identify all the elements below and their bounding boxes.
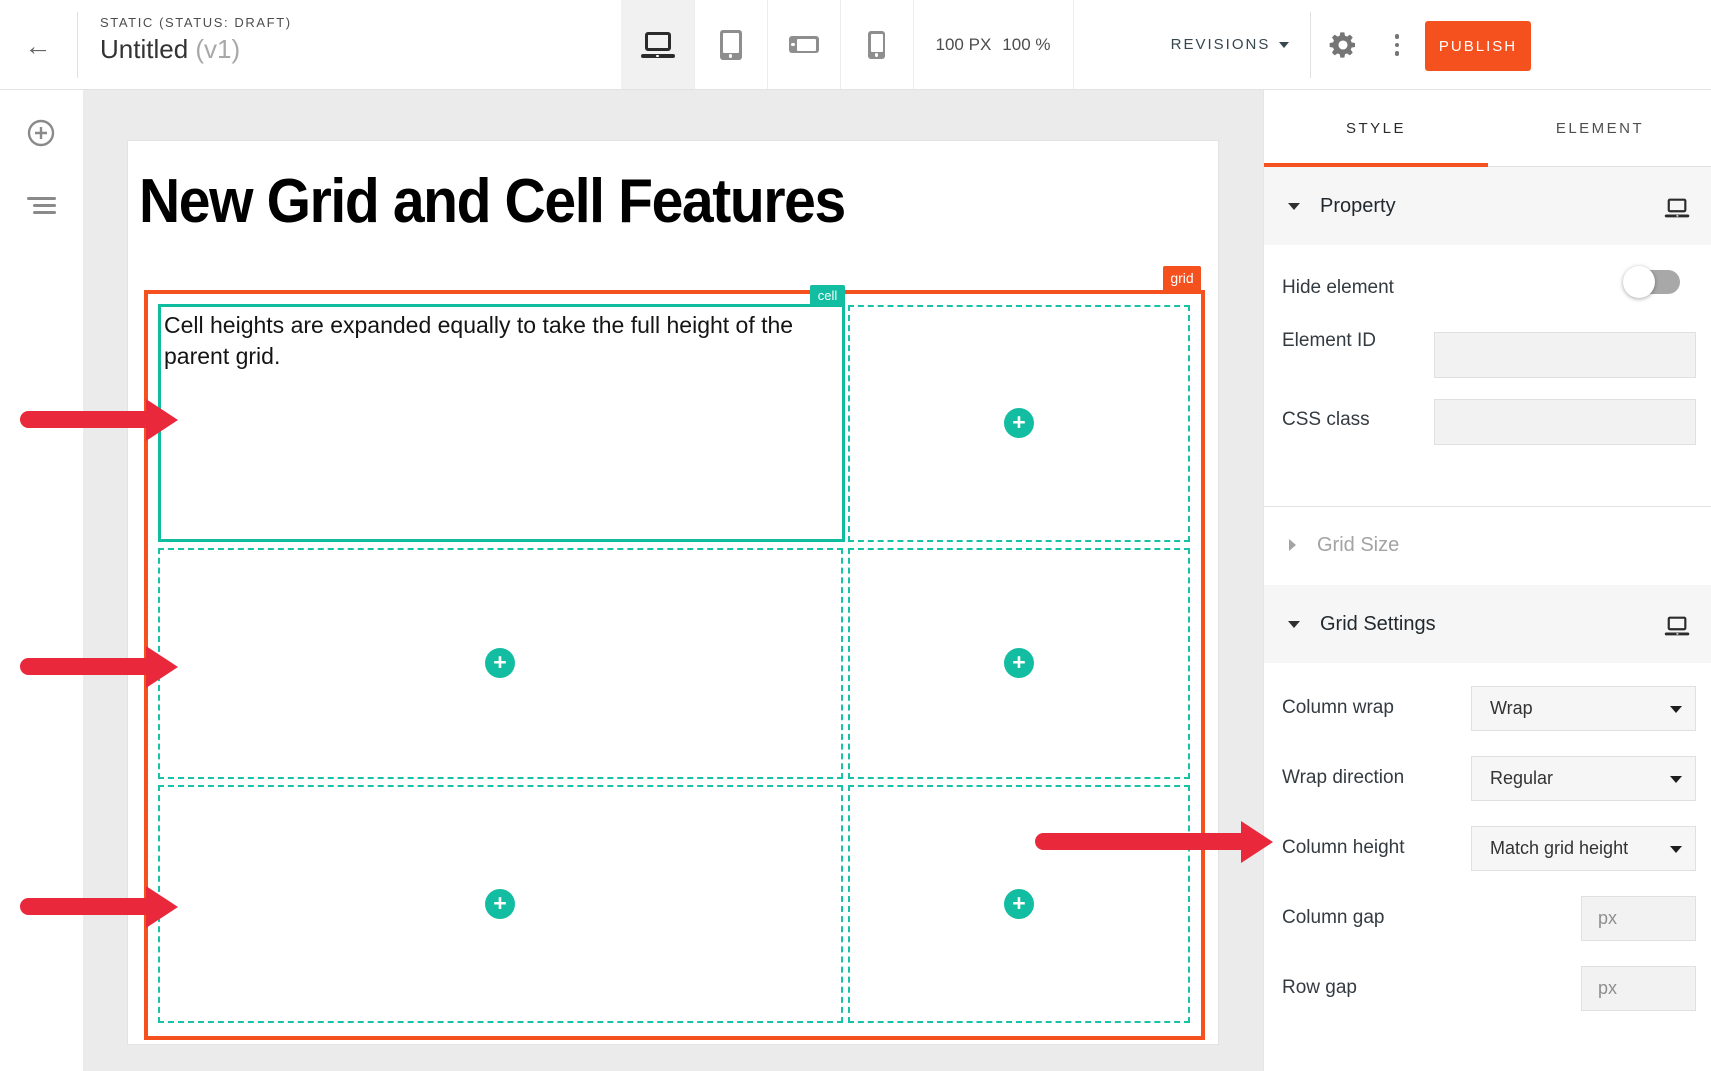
- page-title: New Grid and Cell Features: [139, 166, 845, 237]
- laptop-icon: [640, 32, 676, 58]
- device-tab-tablet[interactable]: [694, 0, 767, 89]
- plus-icon: +: [493, 892, 506, 915]
- chevron-down-icon: [1670, 776, 1682, 783]
- row-gap-input[interactable]: [1581, 966, 1696, 1011]
- section-header-grid-size[interactable]: Grid Size: [1264, 515, 1711, 575]
- publish-button[interactable]: PUBLISH: [1425, 21, 1531, 71]
- plus-icon: +: [1012, 411, 1025, 434]
- divider: [1073, 0, 1074, 89]
- document-title: Untitled (v1): [100, 34, 292, 65]
- device-tab-mobile-portrait[interactable]: [840, 0, 913, 89]
- device-tab-mobile-landscape[interactable]: [767, 0, 840, 89]
- css-class-label: CSS class: [1282, 409, 1370, 431]
- column-gap-label: Column gap: [1282, 907, 1384, 929]
- section-header-grid-settings[interactable]: Grid Settings: [1264, 585, 1711, 663]
- divider: [1264, 506, 1711, 507]
- more-menu-button[interactable]: [1389, 28, 1405, 62]
- wrap-direction-label: Wrap direction: [1282, 767, 1404, 789]
- column-wrap-label: Column wrap: [1282, 697, 1394, 719]
- page-canvas: New Grid and Cell Features grid cell Cel…: [128, 141, 1218, 1044]
- document-status-label: STATIC (STATUS: DRAFT): [100, 15, 292, 30]
- chevron-down-icon: [1670, 706, 1682, 713]
- cell-badge[interactable]: cell: [810, 285, 845, 305]
- add-cell-content-button[interactable]: +: [1004, 889, 1034, 919]
- cell-text: Cell heights are expanded equally to tak…: [161, 307, 842, 372]
- selected-cell[interactable]: Cell heights are expanded equally to tak…: [158, 304, 845, 542]
- add-element-button[interactable]: [27, 119, 55, 147]
- column-wrap-select[interactable]: Wrap: [1471, 686, 1696, 731]
- divider: [1310, 12, 1311, 78]
- chevron-down-icon: [1279, 42, 1289, 48]
- responsive-laptop-icon[interactable]: [1664, 617, 1690, 636]
- inspector-tabbar: STYLE ELEMENT: [1264, 89, 1711, 167]
- device-tab-desktop[interactable]: [621, 0, 694, 89]
- chevron-right-icon: [1289, 539, 1296, 551]
- chevron-down-icon: [1288, 203, 1300, 210]
- row-gap-label: Row gap: [1282, 977, 1357, 999]
- zoom-indicator: 100 PX 100 %: [913, 0, 1073, 89]
- gear-icon: [1327, 29, 1359, 61]
- revisions-menu[interactable]: REVISIONS: [1150, 0, 1310, 89]
- chevron-down-icon: [1288, 621, 1300, 628]
- grid-badge[interactable]: grid: [1163, 266, 1201, 290]
- add-cell-content-button[interactable]: +: [1004, 648, 1034, 678]
- tab-style[interactable]: STYLE: [1264, 89, 1488, 167]
- inspector-panel: STYLE ELEMENT Property Hide element Elem…: [1263, 89, 1711, 1071]
- column-height-label: Column height: [1282, 837, 1405, 859]
- viewport-width-value: 100 PX: [936, 35, 992, 55]
- hide-element-toggle[interactable]: [1623, 267, 1683, 299]
- column-gap-input[interactable]: [1581, 896, 1696, 941]
- column-height-select[interactable]: Match grid height: [1471, 826, 1696, 871]
- page-builder-window: ← STATIC (STATUS: DRAFT) Untitled (v1) 1…: [0, 0, 1711, 1071]
- plus-icon: +: [1012, 892, 1025, 915]
- section-header-property[interactable]: Property: [1264, 167, 1711, 245]
- mobile-portrait-icon: [868, 31, 885, 59]
- kebab-icon: [1395, 34, 1400, 39]
- outline-icon: [27, 197, 56, 200]
- outline-tree-button[interactable]: [27, 197, 56, 215]
- settings-gear-button[interactable]: [1327, 29, 1359, 61]
- mobile-landscape-icon: [789, 36, 819, 53]
- plus-icon: +: [493, 651, 506, 674]
- element-id-label: Element ID: [1282, 330, 1376, 352]
- plus-icon: +: [1012, 651, 1025, 674]
- zoom-percent-value: 100 %: [1002, 35, 1050, 55]
- document-version: (v1): [195, 34, 240, 64]
- grid-element[interactable]: grid cell Cell heights are expanded equa…: [144, 290, 1205, 1040]
- add-cell-content-button[interactable]: +: [1004, 408, 1034, 438]
- responsive-laptop-icon[interactable]: [1664, 199, 1690, 218]
- tablet-icon: [720, 30, 742, 60]
- plus-circle-icon: [27, 119, 55, 147]
- back-button[interactable]: ←: [18, 26, 58, 66]
- top-toolbar: ← STATIC (STATUS: DRAFT) Untitled (v1) 1…: [0, 0, 1711, 90]
- hide-element-label: Hide element: [1282, 277, 1394, 299]
- toggle-knob: [1623, 266, 1655, 298]
- back-arrow-icon: ←: [25, 31, 52, 62]
- css-class-input[interactable]: [1434, 399, 1696, 445]
- chevron-down-icon: [1670, 846, 1682, 853]
- divider: [77, 12, 78, 78]
- left-toolbar: [0, 89, 83, 1071]
- element-id-input[interactable]: [1434, 332, 1696, 378]
- add-cell-content-button[interactable]: +: [485, 648, 515, 678]
- wrap-direction-select[interactable]: Regular: [1471, 756, 1696, 801]
- document-info: STATIC (STATUS: DRAFT) Untitled (v1): [100, 15, 292, 65]
- add-cell-content-button[interactable]: +: [485, 889, 515, 919]
- tab-element[interactable]: ELEMENT: [1488, 89, 1711, 167]
